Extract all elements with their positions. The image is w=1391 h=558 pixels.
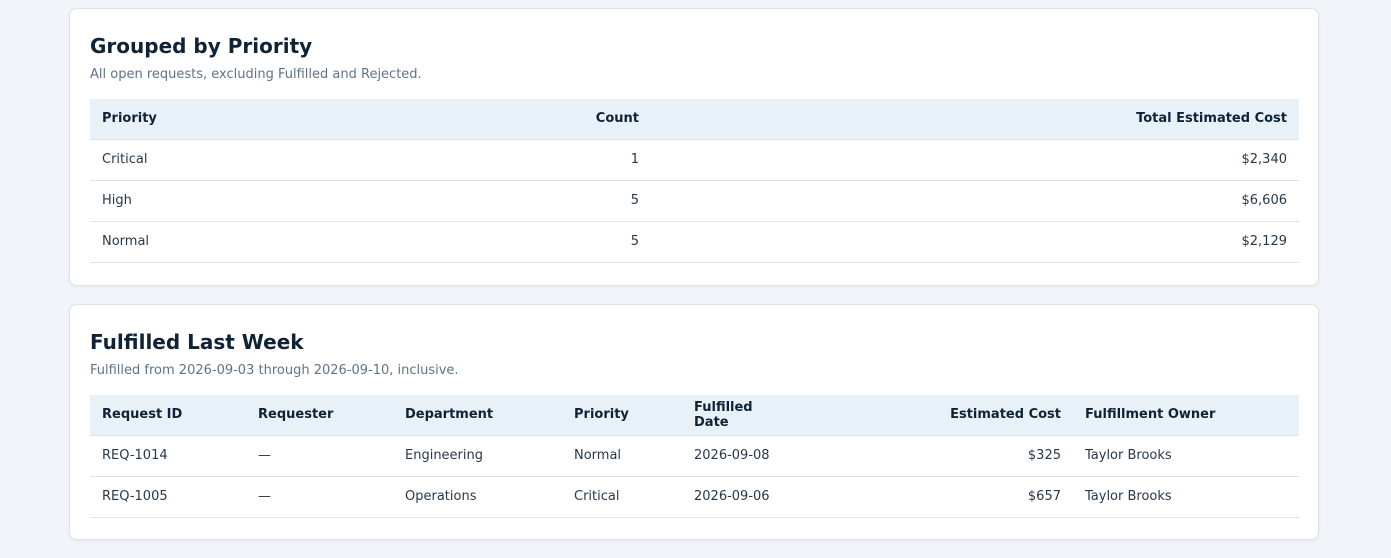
table-row: REQ-1005 — Operations Critical 2026-09-0…: [90, 476, 1299, 518]
column-header-fulfillment-owner[interactable]: Fulfillment Owner: [1073, 395, 1299, 436]
fulfilled-section-title: Fulfilled Last Week: [90, 330, 304, 354]
request-id-cell: REQ-1014: [90, 435, 246, 477]
column-header-department[interactable]: Department: [393, 395, 562, 436]
column-header-estimated-cost[interactable]: Estimated Cost: [802, 395, 1073, 436]
fulfilled-table: Request ID Requester Department Priority…: [90, 395, 1299, 518]
column-header-request-id[interactable]: Request ID: [90, 395, 246, 436]
count-cell: 1: [399, 139, 651, 181]
total-cost-cell: $2,340: [651, 139, 1299, 181]
priority-section-subtitle: All open requests, excluding Fulfilled a…: [90, 67, 422, 82]
priority-cell: Critical: [90, 139, 399, 181]
department-cell: Operations: [393, 476, 562, 518]
priority-cell: Normal: [562, 435, 682, 477]
column-header-requester[interactable]: Requester: [246, 395, 393, 436]
column-header-priority[interactable]: Priority: [562, 395, 682, 436]
table-header-row: Request ID Requester Department Priority…: [90, 395, 1299, 436]
priority-section-title: Grouped by Priority: [90, 34, 313, 58]
total-cost-cell: $6,606: [651, 180, 1299, 222]
count-cell: 5: [399, 180, 651, 222]
table-row: Normal 5 $2,129: [90, 221, 1299, 263]
fulfilled-date-cell: 2026-09-08: [682, 435, 802, 477]
fulfilled-date-cell: 2026-09-06: [682, 476, 802, 518]
priority-cell: Critical: [562, 476, 682, 518]
requester-cell: —: [246, 476, 393, 518]
count-cell: 5: [399, 221, 651, 263]
priority-summary-card: Grouped by Priority All open requests, e…: [69, 8, 1319, 286]
fulfillment-owner-cell: Taylor Brooks: [1073, 435, 1299, 477]
column-header-fulfilled-date[interactable]: Fulfilled Date: [682, 395, 802, 436]
priority-cell: High: [90, 180, 399, 222]
column-header-total-estimated-cost[interactable]: Total Estimated Cost: [651, 99, 1299, 140]
column-header-count[interactable]: Count: [399, 99, 651, 140]
request-id-cell: REQ-1005: [90, 476, 246, 518]
table-row: REQ-1014 — Engineering Normal 2026-09-08…: [90, 435, 1299, 477]
estimated-cost-cell: $657: [802, 476, 1073, 518]
fulfilled-section-subtitle: Fulfilled from 2026-09-03 through 2026-0…: [90, 363, 459, 378]
total-cost-cell: $2,129: [651, 221, 1299, 263]
requester-cell: —: [246, 435, 393, 477]
fulfilled-last-week-card: Fulfilled Last Week Fulfilled from 2026-…: [69, 304, 1319, 540]
department-cell: Engineering: [393, 435, 562, 477]
table-row: Critical 1 $2,340: [90, 139, 1299, 181]
estimated-cost-cell: $325: [802, 435, 1073, 477]
table-row: High 5 $6,606: [90, 180, 1299, 222]
priority-table: Priority Count Total Estimated Cost Crit…: [90, 99, 1299, 263]
column-header-priority[interactable]: Priority: [90, 99, 399, 140]
fulfillment-owner-cell: Taylor Brooks: [1073, 476, 1299, 518]
table-header-row: Priority Count Total Estimated Cost: [90, 99, 1299, 140]
priority-cell: Normal: [90, 221, 399, 263]
